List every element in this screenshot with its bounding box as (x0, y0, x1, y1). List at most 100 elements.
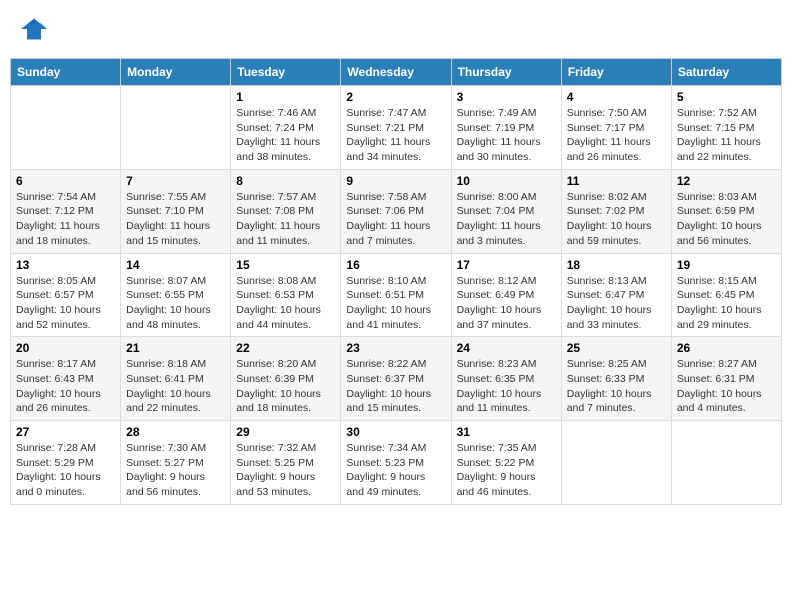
calendar-cell: 6 Sunrise: 7:54 AM Sunset: 7:12 PM Daylig… (11, 169, 121, 253)
day-info: Sunrise: 7:57 AM Sunset: 7:08 PM Dayligh… (236, 190, 335, 249)
day-info: Sunrise: 8:22 AM Sunset: 6:37 PM Dayligh… (346, 357, 445, 416)
calendar-week-row: 20Sunrise: 8:17 AM Sunset: 6:43 PM Dayli… (11, 337, 782, 421)
day-info: Sunrise: 7:54 AM Sunset: 7:12 PM Dayligh… (16, 190, 115, 249)
day-info: Sunrise: 7:50 AM Sunset: 7:17 PM Dayligh… (567, 106, 666, 165)
logo (20, 15, 52, 43)
day-info: Sunrise: 8:27 AM Sunset: 6:31 PM Dayligh… (677, 357, 776, 416)
day-info: Sunrise: 7:55 AM Sunset: 7:10 PM Dayligh… (126, 190, 225, 249)
day-number: 26 (677, 341, 776, 355)
day-info: Sunrise: 8:18 AM Sunset: 6:41 PM Dayligh… (126, 357, 225, 416)
day-number: 10 (457, 174, 556, 188)
day-number: 12 (677, 174, 776, 188)
day-info: Sunrise: 8:00 AM Sunset: 7:04 PM Dayligh… (457, 190, 556, 249)
calendar-cell: 8 Sunrise: 7:57 AM Sunset: 7:08 PM Daylig… (231, 169, 341, 253)
calendar-cell: 9 Sunrise: 7:58 AM Sunset: 7:06 PM Daylig… (341, 169, 451, 253)
day-of-week-header: Tuesday (231, 59, 341, 86)
day-number: 22 (236, 341, 335, 355)
day-number: 8 (236, 174, 335, 188)
calendar-cell: 5Sunrise: 7:52 AM Sunset: 7:15 PM Daylig… (671, 86, 781, 170)
day-info: Sunrise: 7:58 AM Sunset: 7:06 PM Dayligh… (346, 190, 445, 249)
day-number: 9 (346, 174, 445, 188)
day-info: Sunrise: 8:10 AM Sunset: 6:51 PM Dayligh… (346, 274, 445, 333)
calendar-cell: 29 Sunrise: 7:32 AM Sunset: 5:25 PM Dayli… (231, 421, 341, 505)
day-info: Sunrise: 8:13 AM Sunset: 6:47 PM Dayligh… (567, 274, 666, 333)
calendar-cell: 20Sunrise: 8:17 AM Sunset: 6:43 PM Dayli… (11, 337, 121, 421)
day-number: 17 (457, 258, 556, 272)
day-info: Sunrise: 8:25 AM Sunset: 6:33 PM Dayligh… (567, 357, 666, 416)
calendar-cell: 16Sunrise: 8:10 AM Sunset: 6:51 PM Dayli… (341, 253, 451, 337)
day-number: 6 (16, 174, 115, 188)
calendar-cell: 30 Sunrise: 7:34 AM Sunset: 5:23 PM Dayli… (341, 421, 451, 505)
calendar-cell: 13Sunrise: 8:05 AM Sunset: 6:57 PM Dayli… (11, 253, 121, 337)
calendar-cell: 18 Sunrise: 8:13 AM Sunset: 6:47 PM Dayli… (561, 253, 671, 337)
day-info: Sunrise: 8:02 AM Sunset: 7:02 PM Dayligh… (567, 190, 666, 249)
day-info: Sunrise: 7:52 AM Sunset: 7:15 PM Dayligh… (677, 106, 776, 165)
day-info: Sunrise: 8:07 AM Sunset: 6:55 PM Dayligh… (126, 274, 225, 333)
calendar-cell: 25 Sunrise: 8:25 AM Sunset: 6:33 PM Dayli… (561, 337, 671, 421)
day-number: 20 (16, 341, 115, 355)
day-number: 14 (126, 258, 225, 272)
calendar-cell (671, 421, 781, 505)
calendar-cell: 7 Sunrise: 7:55 AM Sunset: 7:10 PM Daylig… (121, 169, 231, 253)
day-number: 28 (126, 425, 225, 439)
day-info: Sunrise: 7:30 AM Sunset: 5:27 PM Dayligh… (126, 441, 225, 500)
day-info: Sunrise: 8:03 AM Sunset: 6:59 PM Dayligh… (677, 190, 776, 249)
day-number: 7 (126, 174, 225, 188)
calendar-cell (11, 86, 121, 170)
day-number: 18 (567, 258, 666, 272)
calendar-cell: 19 Sunrise: 8:15 AM Sunset: 6:45 PM Dayli… (671, 253, 781, 337)
day-info: Sunrise: 7:32 AM Sunset: 5:25 PM Dayligh… (236, 441, 335, 500)
day-number: 29 (236, 425, 335, 439)
calendar-cell: 26 Sunrise: 8:27 AM Sunset: 6:31 PM Dayli… (671, 337, 781, 421)
day-number: 30 (346, 425, 445, 439)
day-number: 2 (346, 90, 445, 104)
day-of-week-header: Thursday (451, 59, 561, 86)
calendar-cell: 22 Sunrise: 8:20 AM Sunset: 6:39 PM Dayli… (231, 337, 341, 421)
day-number: 27 (16, 425, 115, 439)
day-number: 3 (457, 90, 556, 104)
calendar-cell (561, 421, 671, 505)
calendar-table: SundayMondayTuesdayWednesdayThursdayFrid… (10, 58, 782, 505)
calendar-week-row: 1 Sunrise: 7:46 AM Sunset: 7:24 PM Daylig… (11, 86, 782, 170)
day-info: Sunrise: 8:20 AM Sunset: 6:39 PM Dayligh… (236, 357, 335, 416)
day-info: Sunrise: 8:12 AM Sunset: 6:49 PM Dayligh… (457, 274, 556, 333)
calendar-cell: 21 Sunrise: 8:18 AM Sunset: 6:41 PM Dayli… (121, 337, 231, 421)
day-number: 19 (677, 258, 776, 272)
calendar-header-row: SundayMondayTuesdayWednesdayThursdayFrid… (11, 59, 782, 86)
calendar-cell: 15 Sunrise: 8:08 AM Sunset: 6:53 PM Dayli… (231, 253, 341, 337)
day-of-week-header: Wednesday (341, 59, 451, 86)
calendar-cell: 17 Sunrise: 8:12 AM Sunset: 6:49 PM Dayli… (451, 253, 561, 337)
calendar-cell: 14 Sunrise: 8:07 AM Sunset: 6:55 PM Dayli… (121, 253, 231, 337)
day-number: 21 (126, 341, 225, 355)
calendar-cell: 10 Sunrise: 8:00 AM Sunset: 7:04 PM Dayli… (451, 169, 561, 253)
calendar-cell: 12 Sunrise: 8:03 AM Sunset: 6:59 PM Dayli… (671, 169, 781, 253)
logo-icon (20, 15, 48, 43)
calendar-cell: 1 Sunrise: 7:46 AM Sunset: 7:24 PM Daylig… (231, 86, 341, 170)
day-info: Sunrise: 8:08 AM Sunset: 6:53 PM Dayligh… (236, 274, 335, 333)
day-info: Sunrise: 7:46 AM Sunset: 7:24 PM Dayligh… (236, 106, 335, 165)
calendar-cell: 28 Sunrise: 7:30 AM Sunset: 5:27 PM Dayli… (121, 421, 231, 505)
day-number: 11 (567, 174, 666, 188)
day-number: 1 (236, 90, 335, 104)
day-number: 31 (457, 425, 556, 439)
day-info: Sunrise: 8:15 AM Sunset: 6:45 PM Dayligh… (677, 274, 776, 333)
day-info: Sunrise: 7:28 AM Sunset: 5:29 PM Dayligh… (16, 441, 115, 500)
calendar-cell: 27 Sunrise: 7:28 AM Sunset: 5:29 PM Dayli… (11, 421, 121, 505)
day-info: Sunrise: 7:34 AM Sunset: 5:23 PM Dayligh… (346, 441, 445, 500)
calendar-cell: 4 Sunrise: 7:50 AM Sunset: 7:17 PM Daylig… (561, 86, 671, 170)
calendar-cell (121, 86, 231, 170)
calendar-cell: 23Sunrise: 8:22 AM Sunset: 6:37 PM Dayli… (341, 337, 451, 421)
calendar-cell: 2Sunrise: 7:47 AM Sunset: 7:21 PM Daylig… (341, 86, 451, 170)
day-info: Sunrise: 7:49 AM Sunset: 7:19 PM Dayligh… (457, 106, 556, 165)
calendar-week-row: 27 Sunrise: 7:28 AM Sunset: 5:29 PM Dayli… (11, 421, 782, 505)
day-of-week-header: Friday (561, 59, 671, 86)
day-number: 15 (236, 258, 335, 272)
day-info: Sunrise: 8:23 AM Sunset: 6:35 PM Dayligh… (457, 357, 556, 416)
calendar-cell: 3 Sunrise: 7:49 AM Sunset: 7:19 PM Daylig… (451, 86, 561, 170)
day-number: 24 (457, 341, 556, 355)
day-of-week-header: Saturday (671, 59, 781, 86)
day-number: 25 (567, 341, 666, 355)
day-number: 4 (567, 90, 666, 104)
day-number: 13 (16, 258, 115, 272)
calendar-week-row: 13Sunrise: 8:05 AM Sunset: 6:57 PM Dayli… (11, 253, 782, 337)
